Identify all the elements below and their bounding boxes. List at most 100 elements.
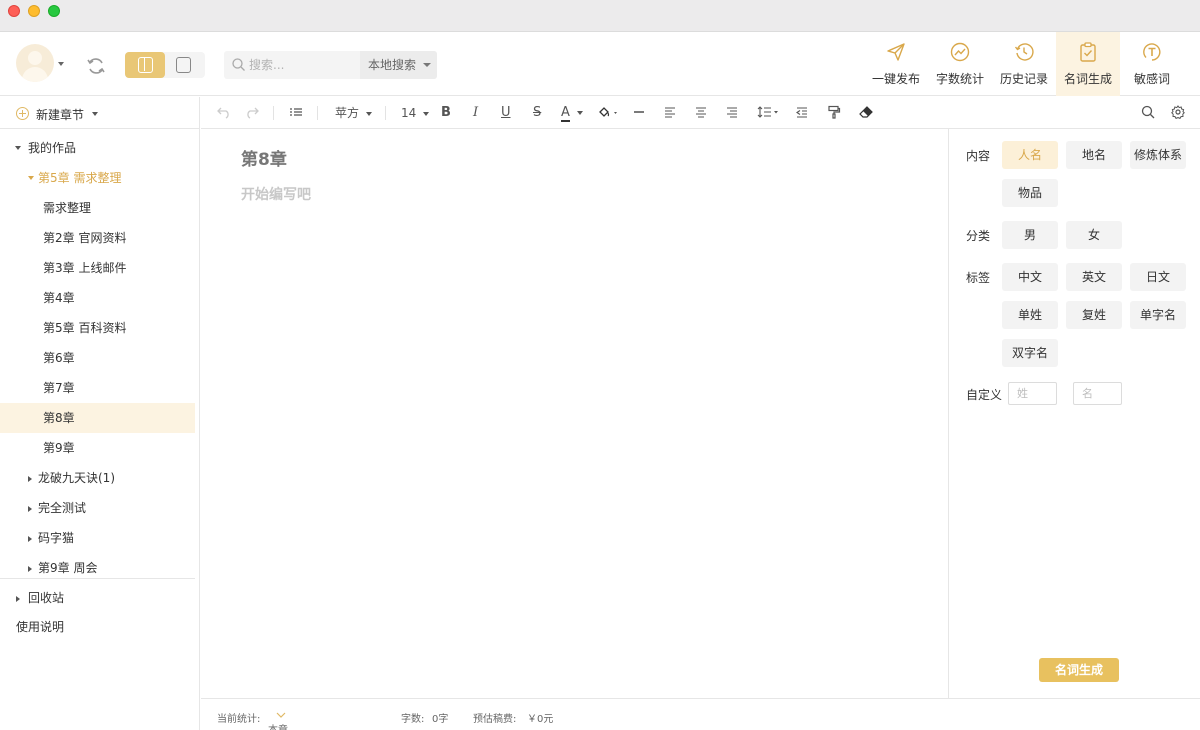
tag-option-single-surname[interactable]: 单姓: [1002, 301, 1058, 329]
tree-chapter[interactable]: 第6章: [0, 343, 195, 373]
chapter-title[interactable]: 第8章: [241, 145, 287, 170]
sensitive-words-label: 敏感词: [1133, 72, 1170, 86]
zoom-window-button[interactable]: [48, 5, 60, 17]
content-option-place[interactable]: 地名: [1066, 141, 1122, 169]
font-color-icon: A: [561, 105, 570, 122]
toolbar-separator: [273, 106, 274, 120]
toolbar-separator: [385, 106, 386, 120]
editor-area[interactable]: 第8章 开始编写吧: [201, 129, 949, 698]
recycle-bin[interactable]: 回收站: [0, 583, 195, 613]
tree-chapter[interactable]: 第3章 上线邮件: [0, 253, 195, 283]
history-button[interactable]: 历史记录: [992, 32, 1056, 96]
tag-option-japanese[interactable]: 日文: [1130, 263, 1186, 291]
avatar[interactable]: [16, 44, 54, 82]
underline-button[interactable]: U: [501, 105, 511, 121]
tag-label: 标签: [966, 271, 991, 285]
search-icon: [1141, 105, 1155, 119]
clear-format-button[interactable]: [859, 105, 873, 121]
avatar-dropdown-icon[interactable]: [58, 62, 64, 66]
find-button[interactable]: [1141, 105, 1155, 121]
chevron-down-icon[interactable]: [92, 112, 98, 116]
split-layout-button[interactable]: [125, 52, 165, 78]
sync-icon[interactable]: [86, 56, 106, 76]
tree-chapter-selected[interactable]: 第8章: [0, 403, 195, 433]
highlight-color-button[interactable]: [598, 105, 620, 121]
line-height-button[interactable]: [757, 105, 781, 121]
tree-chapter-label: 第8章: [43, 411, 75, 425]
align-center-button[interactable]: [694, 105, 708, 121]
search-input[interactable]: [249, 55, 354, 75]
indent-button[interactable]: [795, 105, 809, 121]
content-option-person[interactable]: 人名: [1002, 141, 1058, 169]
category-option-female[interactable]: 女: [1066, 221, 1122, 249]
tree-chapter[interactable]: 第9章: [0, 433, 195, 463]
tree-chapter[interactable]: 需求整理: [0, 193, 195, 223]
name-generator-button[interactable]: 名词生成: [1056, 32, 1120, 96]
align-left-button[interactable]: [663, 105, 677, 121]
tree-volume[interactable]: 完全测试: [0, 493, 195, 523]
tree-chapter-label: 第9章: [43, 441, 75, 455]
new-chapter-button[interactable]: 新建章节: [0, 97, 200, 129]
stat-scope-label: 本章: [268, 721, 288, 730]
top-toolbar: 本地搜索 一键发布 字数统计 历史记录: [0, 32, 1200, 96]
redo-button[interactable]: [245, 105, 259, 121]
search-scope-select[interactable]: 本地搜索: [360, 51, 437, 79]
undo-button[interactable]: [217, 105, 231, 121]
minimize-window-button[interactable]: [28, 5, 40, 17]
generate-names-button[interactable]: 名词生成: [1039, 658, 1119, 682]
close-window-button[interactable]: [8, 5, 20, 17]
font-color-button[interactable]: A: [561, 105, 584, 122]
surname-input[interactable]: [1008, 382, 1057, 405]
tree-chapter[interactable]: 第7章: [0, 373, 195, 403]
name-generator-panel: 内容 人名 地名 修炼体系 物品 分类 男 女 标签 中文 英文 日文 单姓 复…: [950, 129, 1200, 698]
tree-chapter[interactable]: 第5章 百科资料: [0, 313, 195, 343]
tree-chapter[interactable]: 第4章: [0, 283, 195, 313]
single-layout-button[interactable]: [165, 52, 205, 78]
undo-icon: [217, 107, 229, 119]
category-option-male[interactable]: 男: [1002, 221, 1058, 249]
strikethrough-button[interactable]: S: [533, 105, 541, 121]
tag-option-chinese[interactable]: 中文: [1002, 263, 1058, 291]
layout-toggle: [125, 52, 205, 78]
align-right-button[interactable]: [725, 105, 739, 121]
stat-scope-select[interactable]: 本章: [268, 710, 288, 730]
fee-label: 预估稿费:: [473, 714, 517, 725]
horizontal-rule-icon: [634, 111, 644, 113]
strikethrough-icon: S: [533, 105, 542, 120]
word-count-button[interactable]: 字数统计: [928, 32, 992, 96]
eraser-icon: [859, 106, 873, 118]
list-button[interactable]: [289, 105, 303, 121]
history-icon: [1014, 43, 1034, 61]
tree-volume-label: 龙破九天诀(1): [38, 471, 115, 485]
horizontal-rule-button[interactable]: [633, 105, 645, 121]
underline-icon: U: [501, 105, 511, 120]
content-option-item[interactable]: 物品: [1002, 179, 1058, 207]
editor-body-placeholder[interactable]: 开始编写吧: [241, 184, 311, 204]
manual-link[interactable]: 使用说明: [0, 612, 195, 642]
sensitive-words-button[interactable]: 敏感词: [1120, 32, 1184, 96]
format-painter-button[interactable]: [827, 105, 841, 121]
settings-button[interactable]: [1171, 105, 1185, 121]
chevron-down-icon: [423, 63, 431, 67]
tag-option-english[interactable]: 英文: [1066, 263, 1122, 291]
tag-option-single-name[interactable]: 单字名: [1130, 301, 1186, 329]
expand-right-icon: [28, 476, 32, 482]
italic-button[interactable]: I: [473, 105, 478, 121]
tree-chapter[interactable]: 第2章 官网资料: [0, 223, 195, 253]
tree-volume[interactable]: 码字猫: [0, 523, 195, 553]
tag-option-compound-surname[interactable]: 复姓: [1066, 301, 1122, 329]
tree-volume-expanded[interactable]: 第5章 需求整理: [0, 163, 195, 193]
bold-button[interactable]: B: [441, 105, 451, 121]
font-size-select[interactable]: 14: [401, 105, 430, 121]
given-name-input[interactable]: [1073, 382, 1122, 405]
font-family-select[interactable]: 苹方: [335, 105, 372, 121]
tag-option-double-name[interactable]: 双字名: [1002, 339, 1058, 367]
paint-bucket-icon: [599, 107, 617, 117]
tree-volume[interactable]: 龙破九天诀(1): [0, 463, 195, 493]
expand-right-icon: [16, 596, 20, 602]
avatar-body: [22, 67, 48, 82]
content-option-cultivation[interactable]: 修炼体系: [1130, 141, 1186, 169]
tree-root[interactable]: 我的作品: [0, 133, 195, 163]
recycle-bin-label: 回收站: [28, 591, 65, 605]
publish-button[interactable]: 一键发布: [864, 32, 928, 96]
